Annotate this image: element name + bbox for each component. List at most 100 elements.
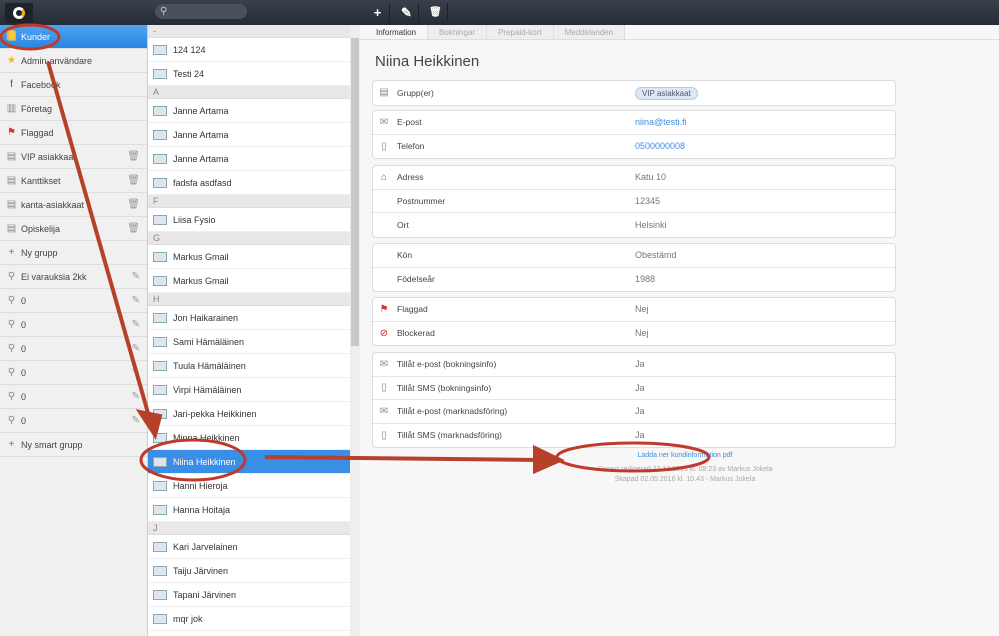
list-item[interactable]: Minna Heikkinen — [148, 426, 350, 450]
pencil-icon[interactable]: ✎ — [132, 343, 140, 354]
sidebar-item[interactable]: 📒 Kunder — [0, 25, 147, 49]
pencil-icon[interactable]: ✎ — [132, 319, 140, 330]
contact-card-icon — [153, 360, 167, 371]
sidebar-item-label: Ny smart grupp — [21, 439, 83, 450]
tab-prepaid-kort[interactable]: Prepaid-kort — [487, 25, 554, 39]
pencil-icon[interactable]: ✎ — [132, 415, 140, 426]
group-badge-label: VIP asiakkaat — [635, 86, 698, 100]
field-label: Födelseår — [397, 274, 435, 285]
trash-icon[interactable]: 🗑 — [127, 199, 140, 210]
list-item[interactable]: mqr jok — [148, 607, 350, 631]
pencil-icon[interactable]: ✎ — [132, 295, 140, 306]
list-item[interactable]: fadsfa asdfasd — [148, 171, 350, 195]
list-item[interactable]: 124 124 — [148, 38, 350, 62]
sidebar-item[interactable]: f Facebook — [0, 73, 147, 97]
info-row: ⌂ Adress Katu 10 — [373, 166, 895, 190]
contact-card-icon — [153, 480, 167, 491]
tab-bokningar[interactable]: Bokningar — [428, 25, 488, 39]
sms-marketing-icon: ▯ — [381, 429, 387, 441]
list-item[interactable]: Janne Artama — [148, 99, 350, 123]
tab-meddelanden[interactable]: Meddelanden — [553, 25, 626, 39]
scrollbar-thumb[interactable] — [351, 38, 359, 346]
list-item[interactable]: Tuula Hämäläinen — [148, 354, 350, 378]
list-item[interactable]: Janne Artama — [148, 147, 350, 171]
sidebar-item[interactable]: ▤ VIP asiakkaat 🗑 — [0, 145, 147, 169]
list-item[interactable]: Jari-pekka Heikkinen — [148, 402, 350, 426]
field-value[interactable]: 0500000008 — [635, 141, 685, 151]
download-pdf-link[interactable]: Ladda ner kundinformation pdf — [510, 452, 860, 459]
list-item-name: Markus Gmail — [173, 251, 229, 262]
sidebar-item[interactable]: ⚲ 0 ✎ — [0, 337, 147, 361]
address-book-icon: 📒 — [5, 31, 18, 42]
field-value: Nej — [635, 304, 649, 315]
list-item[interactable]: Hanni Hieroja — [148, 474, 350, 498]
sidebar-item[interactable]: ⚲ 0 ✎ — [0, 409, 147, 433]
sidebar-item[interactable]: ⚲ Ei varauksia 2kk ✎ — [0, 265, 147, 289]
edit-button[interactable]: ✎ — [395, 3, 419, 22]
sidebar-item[interactable]: ▥ Företag — [0, 97, 147, 121]
pencil-icon[interactable]: ✎ — [132, 271, 140, 282]
sidebar-item[interactable]: ⚲ 0 ✎ — [0, 313, 147, 337]
list-item[interactable]: Jon Haikarainen — [148, 306, 350, 330]
list-item[interactable]: Liisa Fysio — [148, 208, 350, 232]
contact-card-icon — [153, 177, 167, 188]
contact-card-icon — [153, 565, 167, 576]
search-icon: ⚲ — [7, 391, 16, 402]
sidebar-item-label: 0 — [21, 415, 27, 426]
info-row: ⚑ Flaggad Nej — [373, 298, 895, 322]
contact-card-icon — [153, 336, 167, 347]
sidebar-item[interactable]: ⚲ 0 ✎ — [0, 385, 147, 409]
sidebar-item-label: Flaggad — [21, 127, 54, 138]
field-label: Flaggad — [397, 304, 428, 315]
tab-information[interactable]: Information — [365, 25, 429, 39]
sidebar-item-label: Admin-användare — [21, 55, 93, 66]
list-item[interactable]: Sami Hämäläinen — [148, 330, 350, 354]
app-logo[interactable] — [5, 3, 33, 23]
list-item-name: Janne Artama — [173, 129, 229, 140]
list-item[interactable]: Markus Gmail — [148, 269, 350, 293]
field-value[interactable]: niina@testi.fi — [635, 117, 687, 127]
contact-card-icon — [153, 541, 167, 552]
pencil-icon[interactable]: ✎ — [132, 367, 140, 378]
list-item[interactable]: Virpi Hämäläinen — [148, 378, 350, 402]
contact-card-icon — [153, 456, 167, 467]
list-item-name: Virpi Hämäläinen — [173, 384, 242, 395]
list-item[interactable]: Janne Artama — [148, 123, 350, 147]
list-item-name: Tuula Hämäläinen — [173, 360, 246, 371]
info-row: ⊘ Blockerad Nej — [373, 322, 895, 346]
list-item[interactable]: Testi 24 — [148, 62, 350, 86]
delete-button[interactable]: 🗑 — [424, 3, 448, 22]
trash-icon[interactable]: 🗑 — [127, 223, 140, 234]
group-badge[interactable]: VIP asiakkaat — [635, 86, 698, 100]
top-toolbar: ⚲ + ✎ 🗑 — [0, 0, 999, 25]
pencil-icon[interactable]: ✎ — [132, 391, 140, 402]
list-item[interactable]: Markus Jokela — [148, 631, 350, 636]
add-button[interactable]: + — [366, 3, 390, 22]
search-input[interactable]: ⚲ — [155, 4, 247, 19]
mail-marketing-icon: ✉ — [379, 405, 389, 417]
sidebar-item[interactable]: ⚑ Flaggad — [0, 121, 147, 145]
trash-icon[interactable]: 🗑 — [127, 151, 140, 162]
list-item-name: Janne Artama — [173, 105, 229, 116]
sidebar-item[interactable]: ▤ Kanttikset 🗑 — [0, 169, 147, 193]
list-item[interactable]: Hanna Hoitaja — [148, 498, 350, 522]
list-item[interactable]: Kari Jarvelainen — [148, 535, 350, 559]
sidebar-item[interactable]: ★ Admin-användare — [0, 49, 147, 73]
field-label: Tillåt SMS (bokningsinfo) — [397, 382, 492, 393]
list-item[interactable]: Markus Gmail — [148, 245, 350, 269]
field-value: Ja — [635, 359, 645, 370]
flag-icon: ⚑ — [7, 127, 16, 138]
sidebar-item[interactable]: ▤ kanta-asiakkaat 🗑 — [0, 193, 147, 217]
sidebar-item[interactable]: + Ny grupp — [0, 241, 147, 265]
list-item[interactable]: Tapani Järvinen — [148, 583, 350, 607]
sidebar-item[interactable]: + Ny smart grupp — [0, 433, 147, 457]
sidebar-item[interactable]: ▤ Opiskelija 🗑 — [0, 217, 147, 241]
list-item[interactable]: Taiju Järvinen — [148, 559, 350, 583]
trash-icon[interactable]: 🗑 — [127, 175, 140, 186]
info-row: Kön Obestämd — [373, 244, 895, 268]
house-icon: ⌂ — [380, 171, 388, 183]
list-item[interactable]: Niina Heikkinen — [148, 450, 350, 474]
sidebar-item[interactable]: ⚲ 0 ✎ — [0, 289, 147, 313]
field-label: Telefon — [397, 141, 425, 152]
sidebar-item[interactable]: ⚲ 0 ✎ — [0, 361, 147, 385]
